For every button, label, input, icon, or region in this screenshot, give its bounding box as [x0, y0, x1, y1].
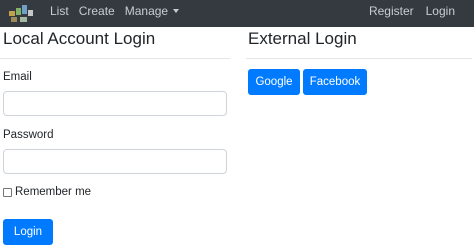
- divider: [246, 58, 472, 59]
- divider: [0, 58, 230, 59]
- remember-me-label[interactable]: Remember me: [15, 186, 91, 198]
- email-label: Email: [3, 71, 32, 83]
- external-login-heading: External Login: [248, 29, 357, 48]
- remember-me-checkbox[interactable]: [3, 187, 12, 197]
- nav-manage-label: Manage: [124, 3, 169, 18]
- password-label: Password: [3, 129, 54, 141]
- top-navbar: List Create Manage Register Login: [0, 0, 474, 27]
- password-field[interactable]: [3, 149, 227, 174]
- nav-create-link[interactable]: Create: [79, 4, 115, 18]
- remember-me-row[interactable]: Remember me: [3, 186, 91, 198]
- local-login-heading: Local Account Login: [3, 29, 156, 48]
- nav-register-link[interactable]: Register: [369, 4, 414, 18]
- google-login-button[interactable]: Google: [248, 69, 300, 95]
- nav-list-link[interactable]: List: [50, 4, 69, 18]
- login-button[interactable]: Login: [3, 219, 53, 245]
- app-logo-icon[interactable]: [8, 2, 34, 24]
- nav-manage-dropdown[interactable]: Manage: [124, 3, 180, 18]
- facebook-login-button[interactable]: Facebook: [303, 69, 367, 95]
- caret-down-icon: [173, 8, 180, 13]
- email-field[interactable]: [3, 91, 227, 116]
- nav-login-link[interactable]: Login: [426, 4, 455, 18]
